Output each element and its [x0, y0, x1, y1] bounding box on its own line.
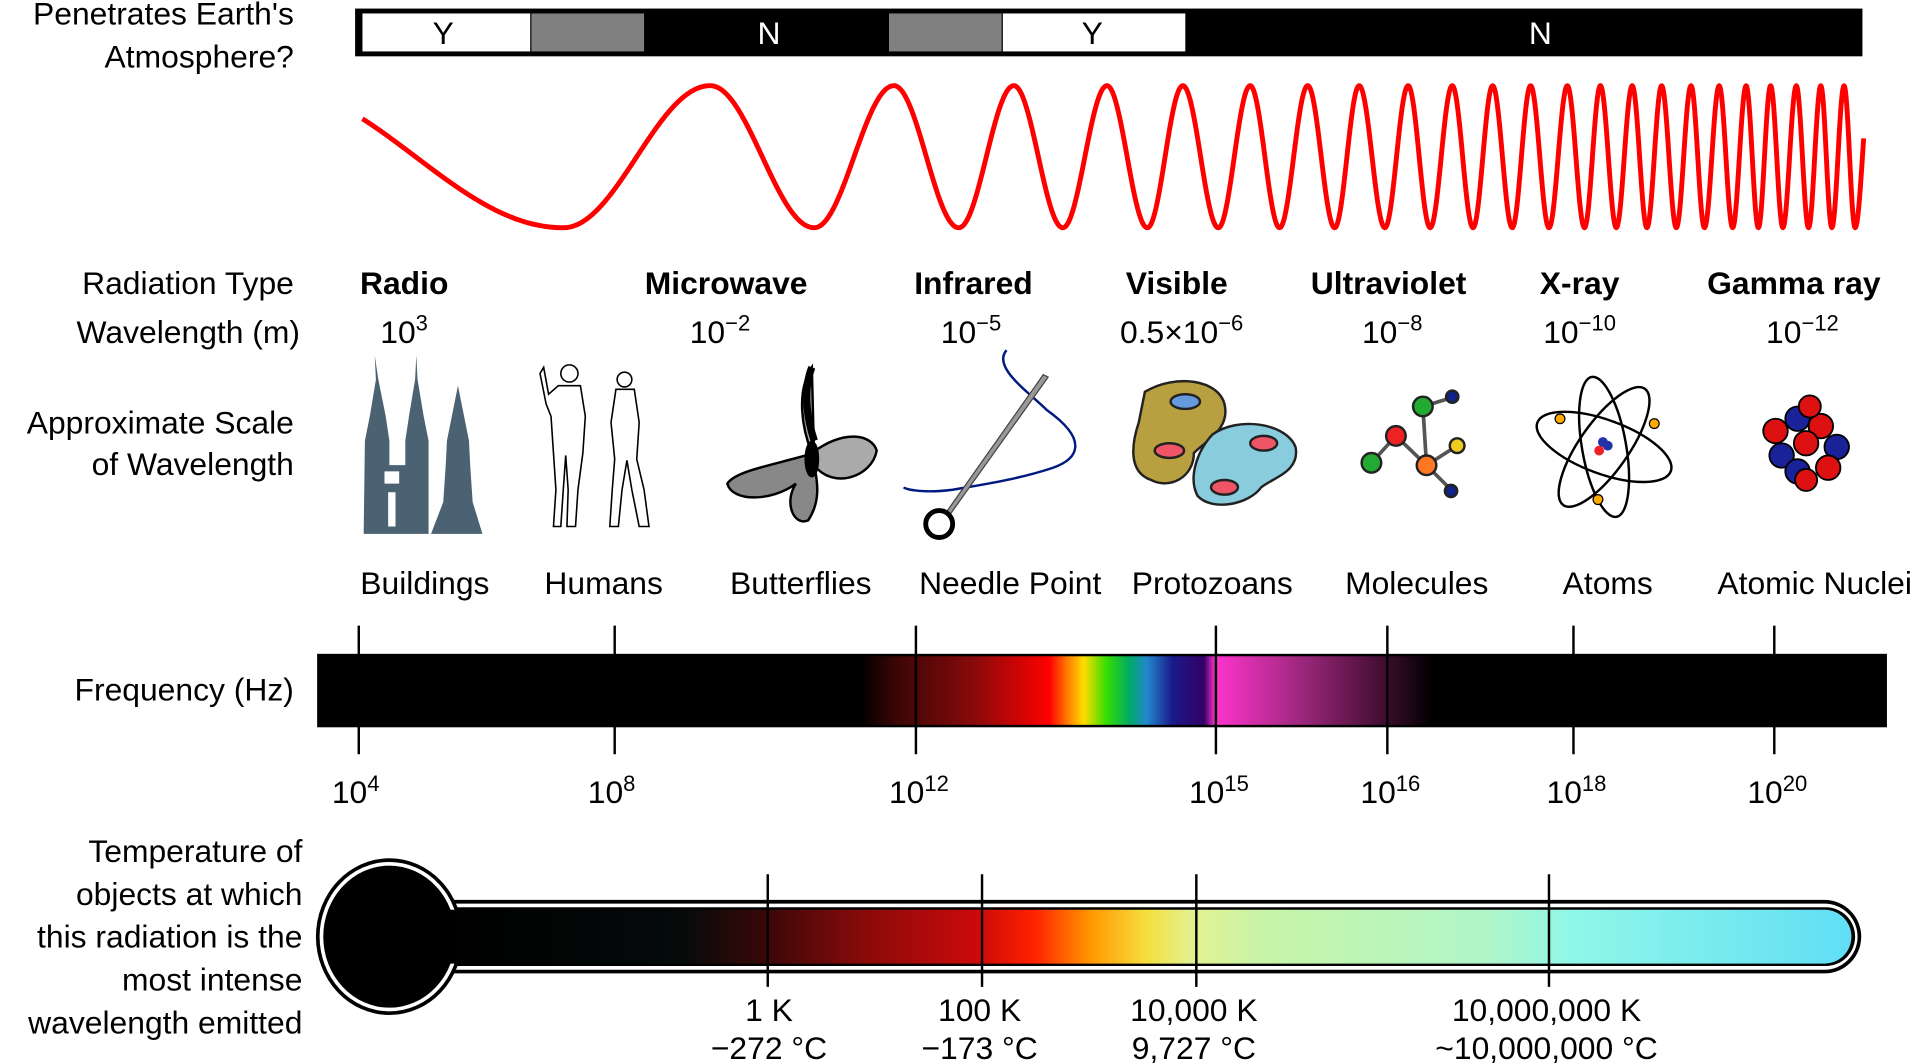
thermometer-gradient — [416, 909, 1852, 964]
wavelength-value: 103 — [380, 311, 428, 350]
visible-spectrum — [860, 656, 1433, 725]
frequency-base: 10 — [1547, 774, 1582, 810]
scale-label: Molecules — [1345, 565, 1488, 601]
atmosphere-label-line2: Atmosphere? — [105, 38, 294, 74]
frequency-base: 10 — [1360, 774, 1395, 810]
wavelength-base: 0.5×10 — [1120, 314, 1218, 350]
wavelength-base: 10 — [941, 314, 976, 350]
frequency-tick-label: 1012 — [889, 771, 949, 810]
atmosphere-bar: Y N Y N — [355, 8, 1863, 57]
temperature-label-line: this radiation is the — [37, 919, 302, 955]
wavelength-value: 0.5×10−6 — [1120, 311, 1243, 350]
frequency-base: 10 — [1747, 774, 1782, 810]
atmosphere-label-line1: Penetrates Earth's — [33, 0, 294, 31]
wavelength-base: 10 — [690, 314, 725, 350]
frequency-tick-label: 1018 — [1547, 771, 1607, 810]
protozoa-icon — [1132, 379, 1298, 506]
radiation-types: Radio103Microwave10−2Infrared10−5Visible… — [360, 265, 1881, 350]
scale-labels: Buildings Humans Butterflies Needle Point Pr… — [360, 565, 1912, 601]
atmosphere-segment — [888, 13, 1002, 52]
needle-icon — [902, 349, 1077, 540]
frequency-tick-label: 108 — [588, 771, 636, 810]
atmosphere-segment-label: N — [757, 15, 780, 51]
radiation-type-name: Radio — [360, 265, 448, 301]
wavelength-exponent: −5 — [976, 311, 1001, 336]
scale-label: Atoms — [1563, 565, 1653, 601]
wave-line — [360, 83, 1867, 231]
em-spectrum-diagram: Penetrates Earth's Atmosphere? Y N Y N R… — [27, 0, 1912, 1064]
buildings-icon — [363, 355, 483, 534]
frequency-exponent: 12 — [924, 771, 949, 796]
wavelength-base: 10 — [1362, 314, 1397, 350]
scale-label: Needle Point — [919, 565, 1101, 601]
temperature-celsius: −272 °C — [711, 1030, 827, 1064]
wavelength-exponent: −2 — [725, 311, 750, 336]
atmosphere-segment-label: Y — [433, 15, 454, 51]
temperature-label-line: most intense — [122, 962, 302, 998]
frequency-base: 10 — [889, 774, 924, 810]
wavelength-value: 10−10 — [1543, 311, 1616, 350]
frequency-exponent: 4 — [367, 771, 379, 796]
wavelength-base: 10 — [380, 314, 415, 350]
wavelength-exponent: −10 — [1579, 311, 1616, 336]
temperature-label-line: objects at which — [76, 876, 302, 912]
wavelength-base: 10 — [1766, 314, 1801, 350]
frequency-tick-label: 1016 — [1360, 771, 1420, 810]
temperature-celsius: 9,727 °C — [1132, 1030, 1256, 1064]
scale-label: Humans — [544, 565, 663, 601]
radiation-type-name: Visible — [1126, 265, 1228, 301]
frequency-exponent: 20 — [1783, 771, 1808, 796]
wavelength-label: Wavelength (m) — [77, 314, 300, 350]
temperature-kelvin: 10,000,000 K — [1452, 992, 1641, 1028]
temperature-celsius: −173 °C — [921, 1030, 1037, 1064]
molecule-icon — [1360, 389, 1466, 499]
radiation-type-name: Ultraviolet — [1311, 265, 1467, 301]
temperature-label-line: wavelength emitted — [27, 1004, 302, 1040]
scale-label: Atomic Nuclei — [1717, 565, 1912, 601]
frequency-base: 10 — [1189, 774, 1224, 810]
wavelength-exponent: −12 — [1801, 311, 1838, 336]
atmosphere-segment-label: N — [1529, 15, 1552, 51]
atom-icon — [1535, 375, 1673, 519]
humans-icon — [539, 364, 650, 528]
frequency-label: Frequency (Hz) — [75, 671, 294, 707]
temperature-label-line: Temperature of — [88, 833, 302, 869]
temperature-celsius: ~10,000,000 °C — [1435, 1030, 1657, 1064]
frequency-exponent: 15 — [1224, 771, 1249, 796]
wavelength-value: 10−12 — [1766, 311, 1839, 350]
wavelength-exponent: −8 — [1397, 311, 1422, 336]
radiation-type-name: X-ray — [1540, 265, 1620, 301]
frequency-base: 10 — [588, 774, 623, 810]
scale-label: Buildings — [360, 565, 489, 601]
atmosphere-segment — [531, 13, 645, 52]
wavelength-value: 10−2 — [690, 311, 751, 350]
radiation-type-name: Microwave — [645, 265, 808, 301]
wavelength-value: 10−8 — [1362, 311, 1423, 350]
scale-label: Butterflies — [730, 565, 872, 601]
frequency-exponent: 8 — [623, 771, 635, 796]
radiation-type-name: Infrared — [914, 265, 1033, 301]
wavelength-value: 10−5 — [941, 311, 1002, 350]
radiation-type-name: Gamma ray — [1707, 265, 1881, 301]
frequency-base: 10 — [332, 774, 367, 810]
scale-label: Protozoans — [1132, 565, 1293, 601]
wavelength-base: 10 — [1543, 314, 1578, 350]
temperature-kelvin: 100 K — [938, 992, 1021, 1028]
temperature-kelvin: 1 K — [745, 992, 793, 1028]
scale-label-line2: of Wavelength — [92, 446, 294, 482]
frequency-exponent: 16 — [1396, 771, 1421, 796]
nucleus-icon — [1762, 394, 1850, 492]
frequency-tick-label: 104 — [332, 771, 380, 810]
wavelength-exponent: 3 — [416, 311, 428, 336]
frequency-exponent: 18 — [1582, 771, 1607, 796]
scale-label-line1: Approximate Scale — [27, 404, 294, 440]
wavelength-exponent: −6 — [1218, 311, 1243, 336]
atmosphere-segment-label: Y — [1082, 15, 1103, 51]
frequency-tick-label: 1020 — [1747, 771, 1807, 810]
frequency-tick-label: 1015 — [1189, 771, 1249, 810]
temperature-kelvin: 10,000 K — [1130, 992, 1257, 1028]
radiation-type-label: Radiation Type — [82, 265, 294, 301]
butterfly-icon — [726, 363, 878, 523]
